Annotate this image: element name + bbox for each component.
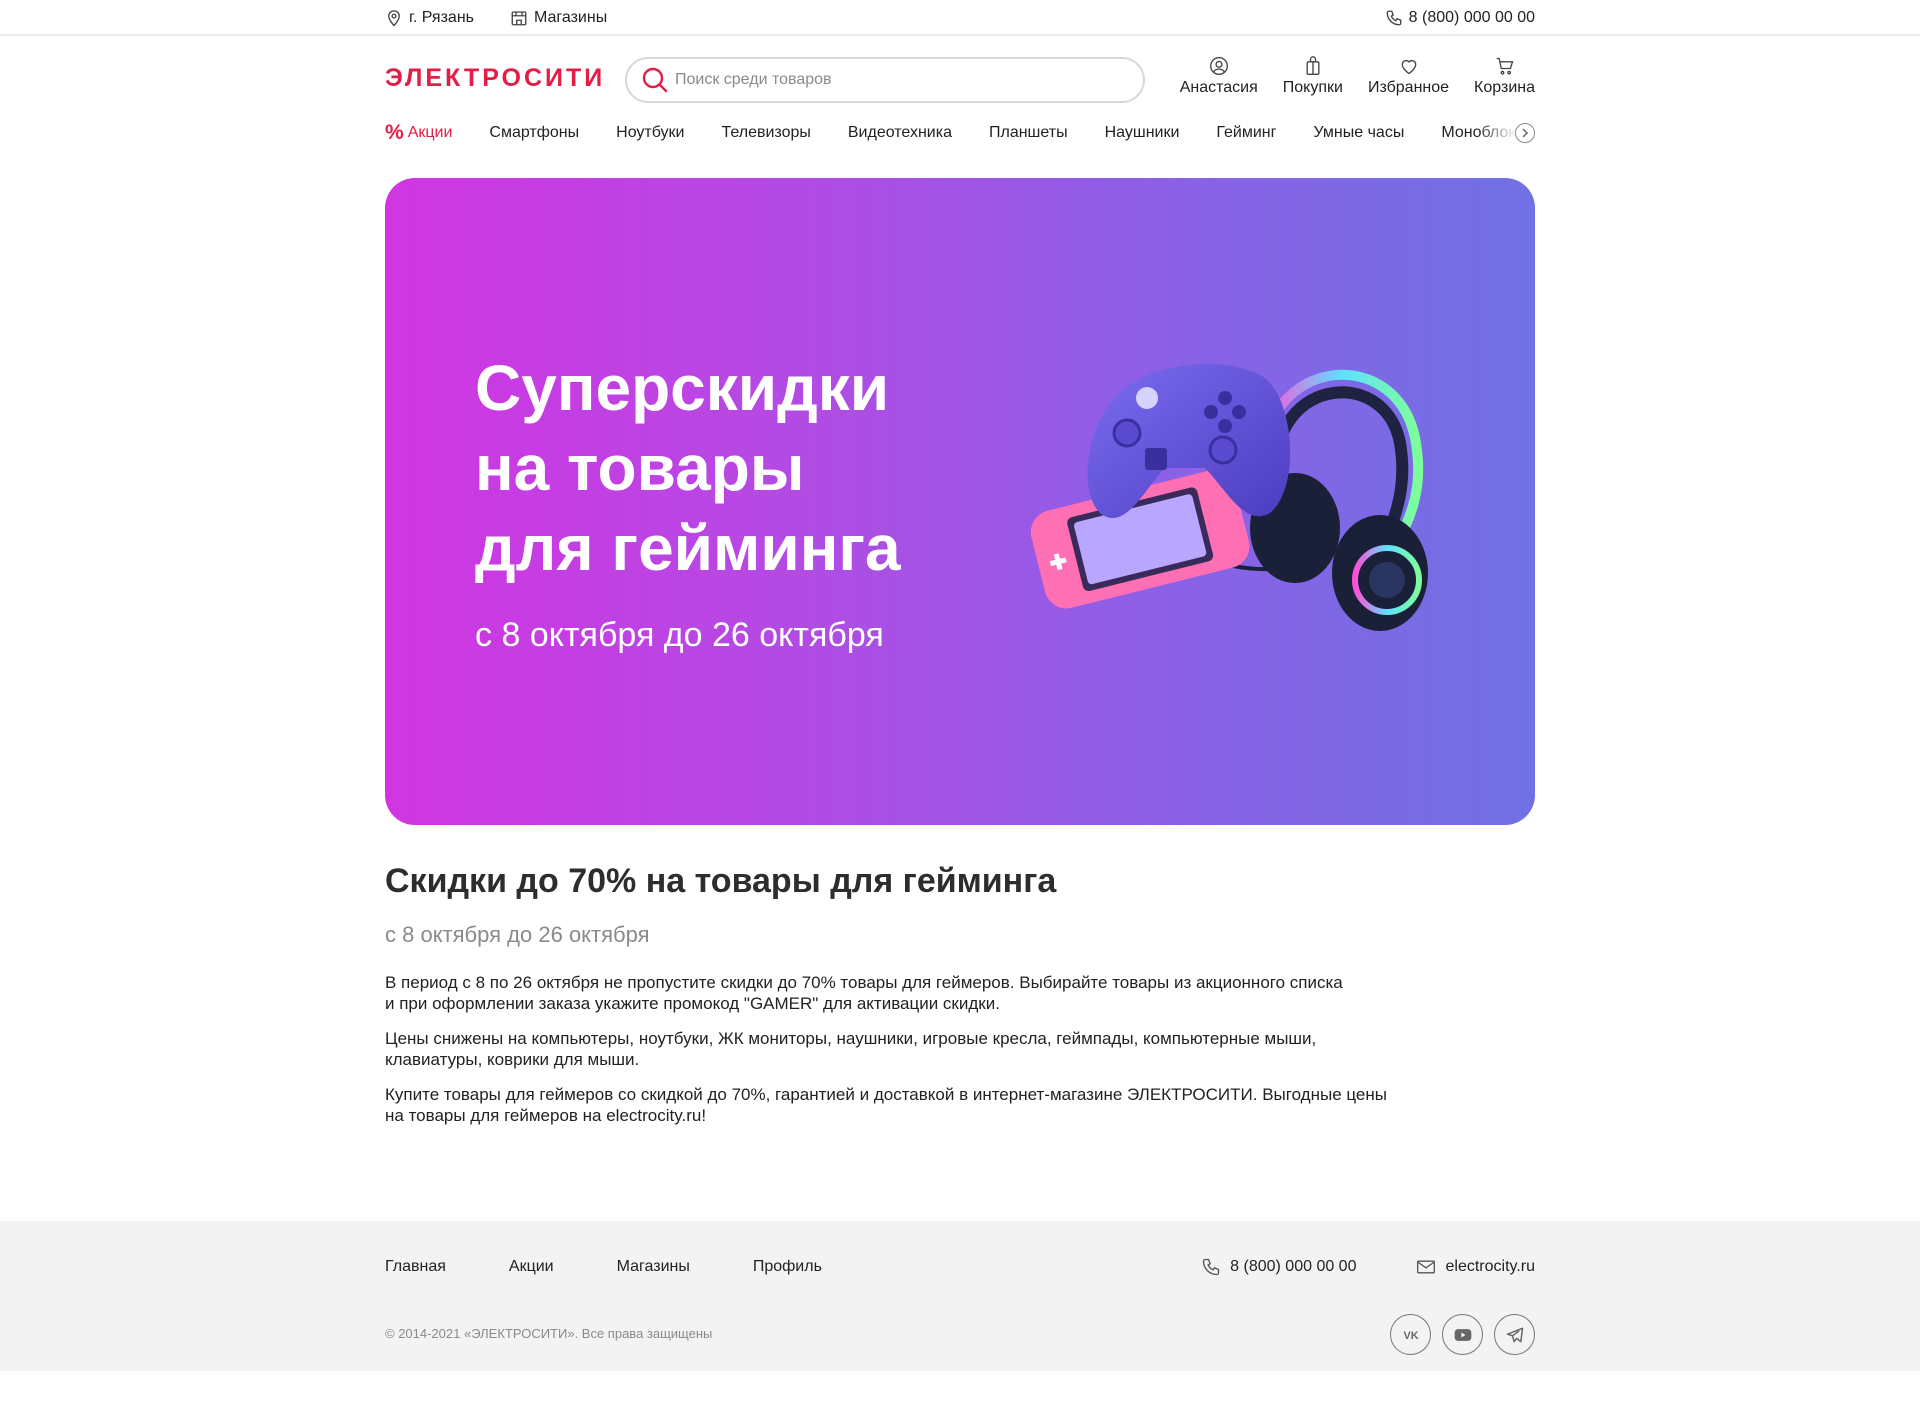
- nav-item-tablets[interactable]: Планшеты: [989, 124, 1068, 142]
- search-icon[interactable]: [641, 66, 669, 94]
- vk-button[interactable]: VK: [1390, 1314, 1431, 1355]
- telegram-button[interactable]: [1494, 1314, 1535, 1355]
- footer-nav: Главная Акции Магазины Профиль: [385, 1258, 885, 1276]
- search-bar[interactable]: [625, 57, 1145, 103]
- footer-email-label: electrocity.ru: [1445, 1258, 1535, 1275]
- cart-label: Корзина: [1474, 79, 1535, 96]
- article-paragraph: Купите товары для геймеров со скидкой до…: [385, 1085, 1387, 1125]
- nav-item-video[interactable]: Видеотехника: [848, 124, 952, 142]
- city-label: г. Рязань: [409, 9, 474, 26]
- topbar-phone[interactable]: 8 (800) 000 00 00: [1385, 9, 1535, 27]
- nav-scroll-right-button[interactable]: [1515, 123, 1535, 143]
- heart-icon: [1401, 59, 1416, 75]
- location-pin-icon: [388, 10, 400, 27]
- svg-text:VK: VK: [1403, 1330, 1418, 1342]
- logo[interactable]: ЭЛЕКТРОСИТИ: [385, 64, 605, 93]
- telegram-icon: [1506, 1327, 1523, 1342]
- header-actions: Анастасия Покупки Избранное Корзина: [1180, 56, 1535, 97]
- banner-title: Суперскидки на товары для гейминга: [475, 352, 901, 584]
- footer-phone[interactable]: 8 (800) 000 00 00: [1201, 1257, 1356, 1277]
- article-paragraph: Цены снижены на компьютеры, ноутбуки, ЖК…: [385, 1029, 1317, 1069]
- nav-item-promo-label: Акции: [407, 124, 453, 141]
- store-icon: [511, 11, 527, 26]
- footer-link-home[interactable]: Главная: [385, 1258, 446, 1276]
- gaming-products-image: [1030, 364, 1428, 631]
- user-icon: [1209, 57, 1228, 75]
- nav-item-smartphones[interactable]: Смартфоны: [489, 124, 579, 142]
- purchases-button[interactable]: Покупки: [1283, 56, 1343, 97]
- city-selector[interactable]: г. Рязань: [385, 9, 474, 27]
- chevron-right-icon: [1522, 128, 1529, 138]
- social-links: VK: [1390, 1314, 1535, 1355]
- article-dates: с 8 октября до 26 октября: [385, 922, 650, 947]
- article-body: В период с 8 по 26 октября не пропустите…: [385, 972, 1485, 1140]
- footer-email[interactable]: electrocity.ru: [1416, 1257, 1535, 1277]
- footer-contacts: 8 (800) 000 00 00 electrocity.ru: [1201, 1257, 1535, 1277]
- copyright: © 2014-2021 «ЭЛЕКТРОСИТИ». Все права защ…: [385, 1326, 713, 1341]
- youtube-icon: [1454, 1328, 1471, 1341]
- search-input[interactable]: [675, 71, 1115, 89]
- nav-item-gaming[interactable]: Гейминг: [1216, 124, 1276, 142]
- footer: Главная Акции Магазины Профиль 8 (800) 0…: [0, 1221, 1920, 1371]
- shopping-bag-icon: [1306, 56, 1320, 75]
- topbar-phone-label: 8 (800) 000 00 00: [1408, 9, 1535, 26]
- nav-item-headphones[interactable]: Наушники: [1105, 124, 1180, 142]
- footer-link-profile[interactable]: Профиль: [753, 1258, 822, 1276]
- nav-item-tvs[interactable]: Телевизоры: [722, 124, 811, 142]
- top-bar: г. Рязань Магазины 8 (800) 000 00 00: [0, 0, 1920, 36]
- category-nav: % Акции Смартфоны Ноутбуки Телевизоры Ви…: [385, 120, 1535, 146]
- mail-icon: [1417, 1260, 1436, 1274]
- nav-fade: [1477, 120, 1517, 146]
- stores-label: Магазины: [533, 9, 608, 26]
- cart-button[interactable]: Корзина: [1474, 56, 1535, 97]
- profile-button[interactable]: Анастасия: [1180, 56, 1258, 97]
- promo-banner[interactable]: Суперскидки на товары для гейминга с 8 о…: [385, 178, 1535, 825]
- nav-item-smartwatches[interactable]: Умные часы: [1313, 124, 1404, 142]
- nav-item-laptops[interactable]: Ноутбуки: [616, 124, 684, 142]
- favorites-button[interactable]: Избранное: [1368, 56, 1449, 97]
- phone-icon: [1386, 10, 1402, 26]
- purchases-label: Покупки: [1282, 79, 1343, 96]
- profile-label: Анастасия: [1179, 79, 1258, 96]
- footer-phone-label: 8 (800) 000 00 00: [1230, 1258, 1357, 1275]
- percent-icon: %: [385, 121, 404, 144]
- article-title: Скидки до 70% на товары для гейминга: [385, 862, 1057, 900]
- header: ЭЛЕКТРОСИТИ Анастасия Покупки Избранное …: [385, 36, 1535, 124]
- stores-link[interactable]: Магазины: [510, 9, 607, 27]
- footer-link-stores[interactable]: Магазины: [617, 1258, 690, 1276]
- nav-item-promo[interactable]: % Акции: [385, 121, 452, 145]
- phone-icon: [1202, 1258, 1220, 1276]
- vk-icon: VK: [1403, 1330, 1418, 1342]
- article-paragraph: В период с 8 по 26 октября не пропустите…: [385, 973, 1343, 1013]
- banner-dates: с 8 октября до 26 октября: [475, 616, 884, 654]
- youtube-button[interactable]: [1442, 1314, 1483, 1355]
- footer-link-promo[interactable]: Акции: [509, 1258, 554, 1276]
- favorites-label: Избранное: [1367, 79, 1450, 96]
- cart-icon: [1496, 57, 1513, 75]
